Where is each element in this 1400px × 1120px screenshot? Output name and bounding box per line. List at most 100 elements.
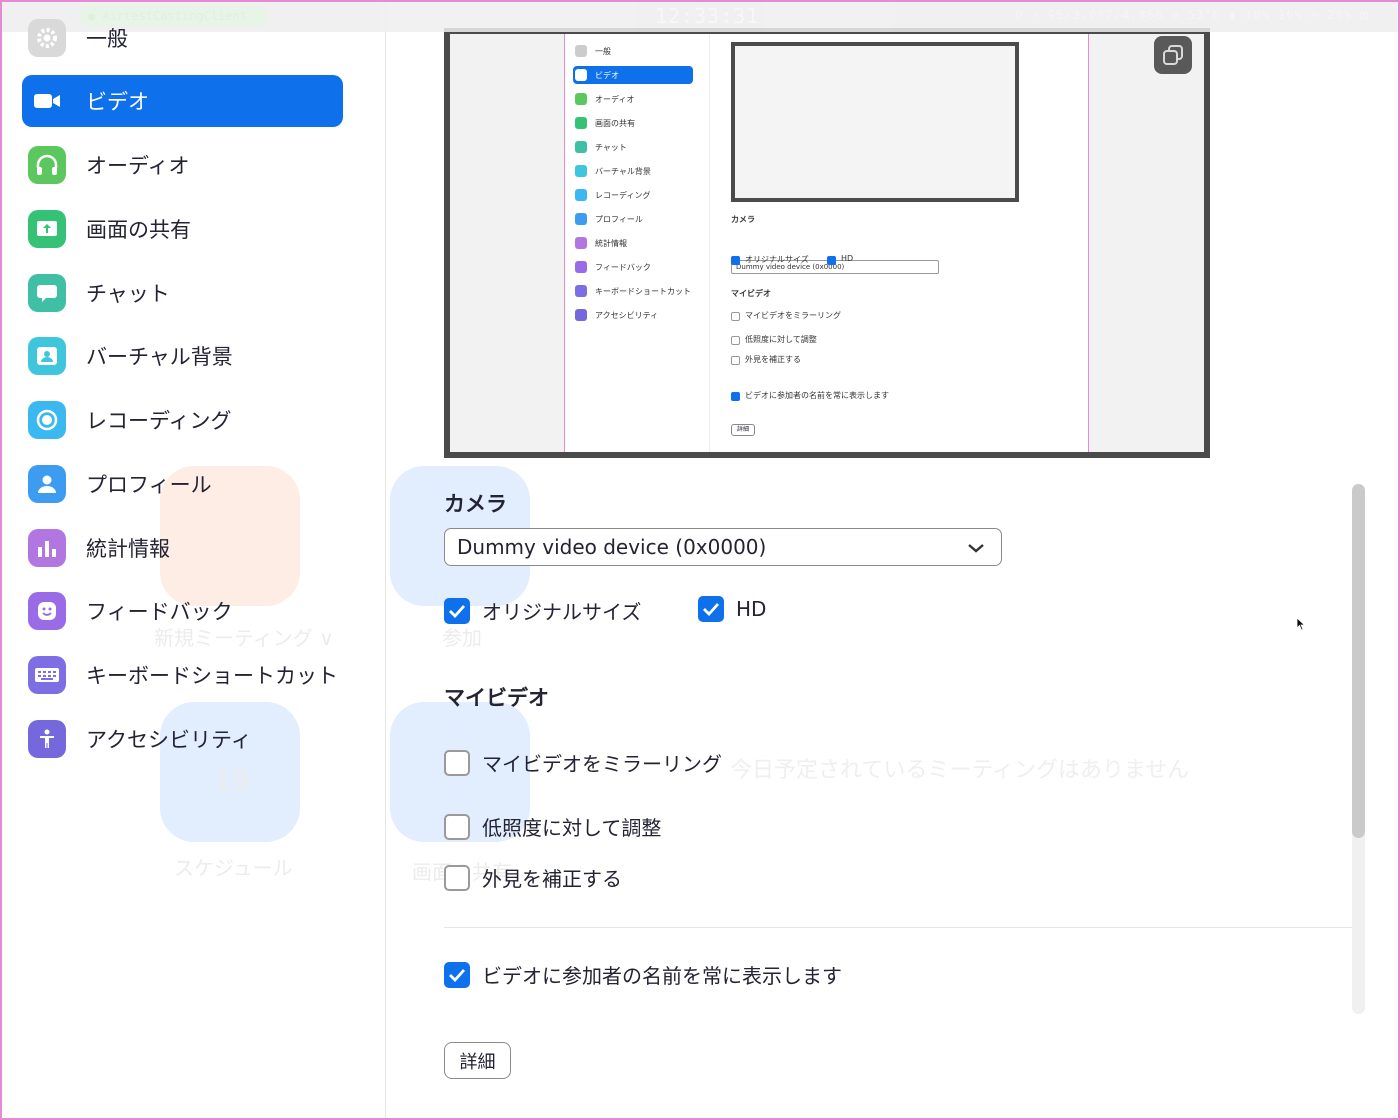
headphones-icon	[28, 146, 66, 184]
touch-up-label: 外見を補正する	[482, 867, 622, 891]
copy-icon[interactable]	[1154, 36, 1192, 74]
mini-item-label: プロフィール	[595, 214, 643, 224]
sidebar-item-recording[interactable]: レコーディング	[22, 394, 343, 446]
feedback-face-icon	[575, 261, 587, 273]
mini-item: 一般	[573, 42, 693, 60]
statistics-icon	[28, 529, 66, 567]
touch-up-option[interactable]: 外見を補正する	[444, 863, 622, 892]
mini-checkbox	[731, 356, 740, 365]
accessibility-icon	[575, 309, 587, 321]
mini-item: ビデオ	[573, 66, 693, 84]
mini-camera-title: カメラ	[731, 215, 755, 224]
preview-nested-preview	[731, 42, 1019, 202]
statistics-icon	[575, 237, 587, 249]
sidebar-item-label: オーディオ	[86, 154, 190, 178]
scrollbar-thumb[interactable]	[1352, 484, 1365, 838]
headphones-icon	[575, 93, 587, 105]
original-size-option[interactable]: オリジナルサイズ	[444, 596, 641, 625]
mini-item-label: オーディオ	[595, 94, 635, 104]
mini-item: バーチャル背景	[573, 162, 693, 180]
accessibility-icon	[28, 720, 66, 758]
mini-checkbox	[731, 312, 740, 321]
ghost-join-label: 参加	[442, 626, 482, 650]
always-show-names-checkbox[interactable]	[444, 961, 470, 988]
sidebar-item-audio[interactable]: オーディオ	[22, 139, 343, 191]
mini-hd-label: HD	[841, 254, 854, 263]
sidebar-item-profile[interactable]: プロフィール	[22, 458, 343, 510]
sidebar-item-label: 統計情報	[86, 537, 170, 561]
mini-item-label: 統計情報	[595, 238, 627, 248]
advanced-button[interactable]: 詳細	[444, 1042, 511, 1079]
preview-clock: 12:33	[896, 388, 1052, 451]
sidebar-item-label: キーボードショートカット	[86, 664, 338, 688]
chevron-down-icon	[967, 539, 985, 558]
share-screen-icon	[28, 210, 66, 248]
sidebar-item-label: チャット	[86, 282, 170, 306]
sidebar-item-label: ビデオ	[86, 90, 149, 114]
settings-sidebar: 新規ミーティング ∨ スケジュール 19 一般 ビデオ オーディオ 画面の共有 …	[0, 0, 386, 1120]
mini-item-label: フィードバック	[595, 262, 651, 272]
feedback-face-icon	[28, 592, 66, 630]
mini-original-size-label: オリジナルサイズ	[745, 255, 809, 264]
sidebar-item-virtual-background[interactable]: バーチャル背景	[22, 330, 343, 382]
video-camera-icon	[28, 82, 66, 120]
mini-item: プロフィール	[573, 210, 693, 228]
mini-checkbox	[731, 392, 740, 401]
hd-label: HD	[736, 597, 767, 621]
sidebar-item-label: フィードバック	[86, 600, 233, 624]
sidebar-item-statistics[interactable]: 統計情報	[22, 522, 343, 574]
hd-checkbox[interactable]	[698, 596, 724, 622]
mouse-cursor-icon	[1296, 616, 1306, 635]
ghost-schedule-label: スケジュール	[174, 856, 293, 880]
preview-mini-sidebar: 一般 ビデオ オーディオ 画面の共有 チャット バーチャル背景 レコーディング …	[565, 34, 710, 452]
share-screen-icon	[575, 117, 587, 129]
camera-device-value: Dummy video device (0x0000)	[457, 535, 767, 559]
video-camera-icon	[575, 69, 587, 81]
sidebar-item-general[interactable]: 一般	[22, 12, 343, 64]
mini-item: 画面の共有	[573, 114, 693, 132]
profile-icon	[28, 465, 66, 503]
gear-icon	[575, 45, 587, 57]
original-size-checkbox[interactable]	[444, 597, 470, 624]
mirror-label: マイビデオをミラーリング	[482, 752, 722, 776]
touch-up-checkbox[interactable]	[444, 864, 470, 891]
sidebar-item-share-screen[interactable]: 画面の共有	[22, 203, 343, 255]
sidebar-item-video[interactable]: ビデオ	[22, 75, 343, 127]
chat-bubble-icon	[28, 274, 66, 312]
hd-option[interactable]: HD	[698, 596, 766, 622]
always-show-names-label: ビデオに参加者の名前を常に表示します	[482, 964, 842, 988]
mini-item: キーボードショートカット	[573, 282, 693, 300]
low-light-option[interactable]: 低照度に対して調整	[444, 812, 661, 841]
sidebar-item-keyboard-shortcuts[interactable]: キーボードショートカット	[22, 649, 343, 701]
mini-item: オーディオ	[573, 90, 693, 108]
mirror-option[interactable]: マイビデオをミラーリング	[444, 748, 722, 777]
sidebar-item-chat[interactable]: チャット	[22, 267, 343, 319]
mini-item: フィードバック	[573, 258, 693, 276]
profile-icon	[575, 213, 587, 225]
mini-touch-up-label: 外見を補正する	[745, 355, 801, 364]
mini-item: アクセシビリティ	[573, 306, 693, 324]
ghost-no-meetings-message: 今日予定されているミーティングはありません	[730, 758, 1190, 783]
mini-low-light-label: 低照度に対して調整	[745, 335, 817, 344]
keyboard-icon	[28, 656, 66, 694]
sidebar-item-label: 画面の共有	[86, 218, 191, 242]
status-clock: 12:33:31	[655, 4, 760, 28]
low-light-checkbox[interactable]	[444, 813, 470, 840]
sidebar-item-feedback[interactable]: フィードバック	[22, 585, 343, 637]
mini-item: 統計情報	[573, 234, 693, 252]
mini-item-label: アクセシビリティ	[595, 310, 659, 320]
mini-checkbox	[731, 256, 740, 265]
mirror-checkbox[interactable]	[444, 749, 470, 776]
sidebar-item-accessibility[interactable]: アクセシビリティ	[22, 713, 343, 765]
original-size-label: オリジナルサイズ	[482, 600, 642, 624]
sidebar-item-label: バーチャル背景	[86, 345, 233, 369]
nested-preview-background	[735, 46, 1015, 198]
mini-advanced-button: 詳細	[731, 424, 755, 436]
gear-icon	[28, 19, 66, 57]
mini-mirror-label: マイビデオをミラーリング	[745, 311, 841, 320]
sidebar-item-label: 一般	[86, 27, 128, 51]
mini-item-label: ビデオ	[595, 70, 619, 80]
mini-item-label: レコーディング	[595, 190, 651, 200]
camera-device-select[interactable]: Dummy video device (0x0000)	[444, 528, 1002, 566]
always-show-names-option[interactable]: ビデオに参加者の名前を常に表示します	[444, 960, 842, 989]
